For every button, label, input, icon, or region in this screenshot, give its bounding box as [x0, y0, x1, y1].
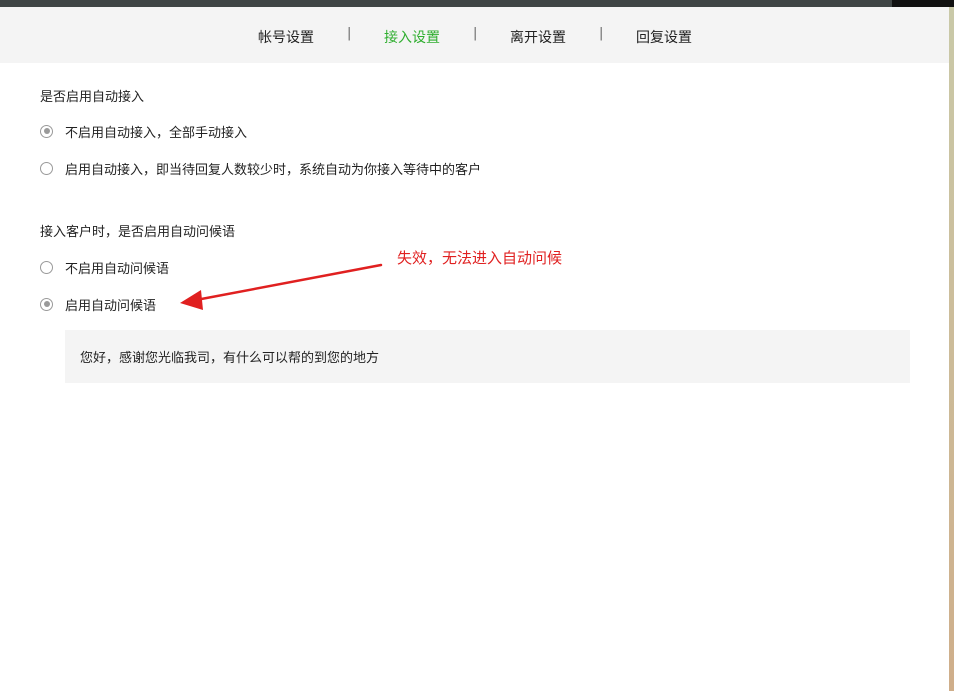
annotation-arrow-icon [180, 263, 383, 310]
